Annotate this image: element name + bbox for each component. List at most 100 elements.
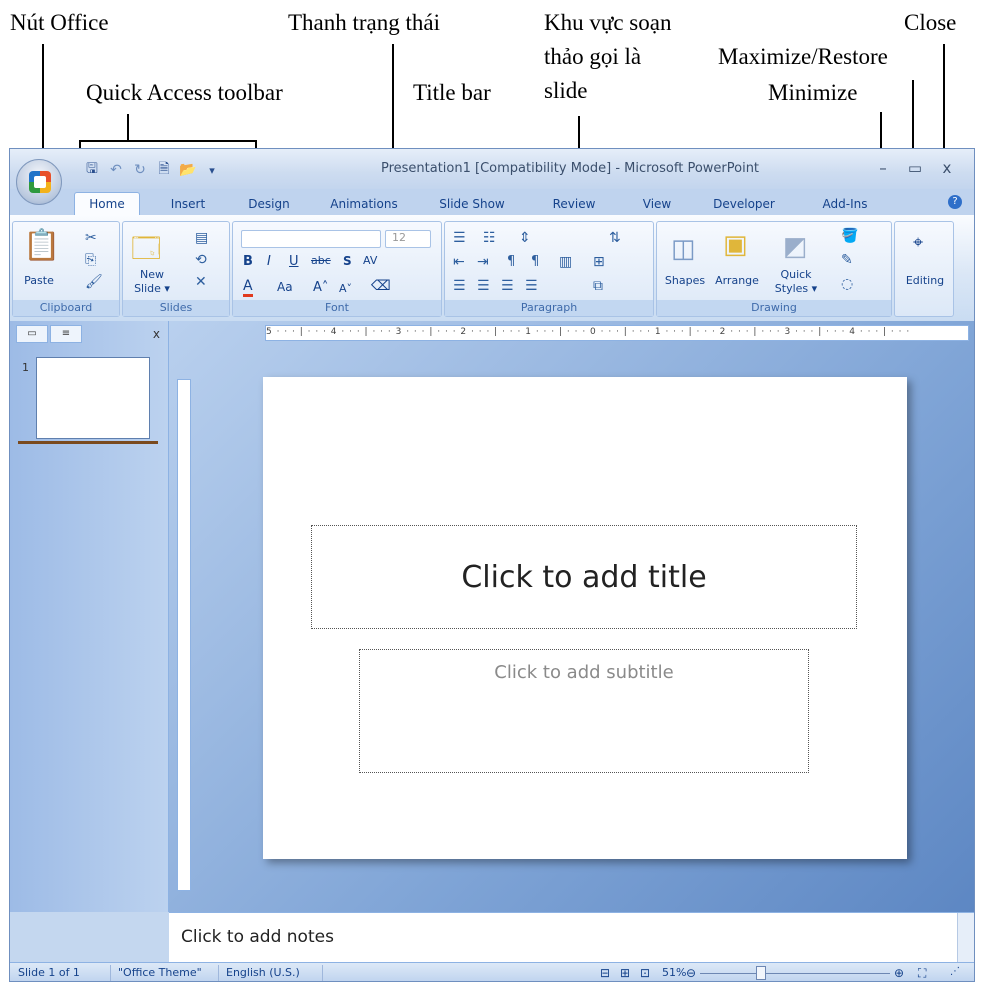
minimize-button[interactable]: – bbox=[872, 159, 894, 177]
decrease-indent-icon[interactable]: ⇤ bbox=[453, 254, 465, 270]
help-icon[interactable]: ? bbox=[948, 195, 962, 209]
layout-icon[interactable]: ▤ bbox=[195, 230, 208, 246]
arrange-label[interactable]: Arrange bbox=[709, 274, 765, 287]
zoom-slider-thumb[interactable] bbox=[756, 966, 766, 980]
bullets-icon[interactable]: ☰ bbox=[453, 230, 466, 246]
status-language[interactable]: English (U.S.) bbox=[226, 966, 300, 979]
numbering-icon[interactable]: ☷ bbox=[483, 230, 496, 246]
quick-styles-label-1[interactable]: Quick bbox=[771, 268, 821, 281]
find-binoculars-icon[interactable]: ⌖ bbox=[913, 232, 923, 253]
quick-styles-label-2[interactable]: Styles ▾ bbox=[771, 282, 821, 295]
slide-sorter-icon[interactable]: ⊞ bbox=[620, 966, 630, 980]
grow-font-icon[interactable]: A˄ bbox=[313, 280, 328, 295]
align-right-icon[interactable]: ☰ bbox=[501, 278, 514, 294]
columns-icon[interactable]: ▥ bbox=[559, 254, 572, 270]
new-slide-label-1[interactable]: New bbox=[129, 268, 175, 281]
resize-grip-icon[interactable]: ⋰ bbox=[950, 966, 960, 977]
notes-pane[interactable]: Click to add notes bbox=[169, 912, 974, 963]
ltr-icon[interactable]: ¶ bbox=[507, 254, 515, 269]
line-spacing-icon[interactable]: ⇕ bbox=[519, 230, 531, 246]
copy-icon[interactable]: ⎘ bbox=[85, 252, 96, 268]
pane-close-icon[interactable]: x bbox=[153, 327, 160, 341]
slides-tab-icon[interactable]: ▭ bbox=[16, 325, 48, 343]
delete-slide-icon[interactable]: ✕ bbox=[195, 274, 207, 290]
paste-icon[interactable]: 📋 bbox=[23, 228, 60, 263]
strikethrough-icon[interactable]: abc bbox=[311, 254, 331, 267]
save-icon[interactable]: 🖫 bbox=[82, 160, 102, 180]
zoom-slider-track[interactable] bbox=[700, 973, 890, 974]
shape-fill-icon[interactable]: 🪣 bbox=[841, 228, 858, 244]
slide-show-icon[interactable]: ⊡ bbox=[640, 966, 650, 980]
shrink-font-icon[interactable]: A˅ bbox=[339, 282, 352, 295]
tab-review[interactable]: Review bbox=[544, 194, 604, 214]
rtl-icon[interactable]: ¶ bbox=[531, 254, 539, 269]
horizontal-ruler[interactable]: 5 · · · | · · · 4 · · · | · · · 3 · · · … bbox=[265, 325, 969, 341]
open-folder-icon[interactable]: 📂 bbox=[178, 160, 198, 180]
normal-view-icon[interactable]: ⊟ bbox=[600, 966, 610, 980]
font-color-icon[interactable]: A bbox=[243, 278, 253, 297]
notes-scrollbar[interactable] bbox=[957, 913, 974, 963]
status-theme[interactable]: "Office Theme" bbox=[118, 966, 202, 979]
paste-label[interactable]: Paste bbox=[19, 274, 59, 287]
title-placeholder[interactable]: Click to add title bbox=[311, 525, 857, 629]
annotation-quick-access: Quick Access toolbar bbox=[86, 80, 283, 105]
tab-animations[interactable]: Animations bbox=[322, 194, 406, 214]
new-slide-label-2[interactable]: Slide ▾ bbox=[129, 282, 175, 295]
align-left-icon[interactable]: ☰ bbox=[453, 278, 466, 294]
shape-effects-icon[interactable]: ◌ bbox=[841, 276, 853, 292]
format-painter-icon[interactable]: 🖌 bbox=[85, 274, 103, 290]
tab-slide-show[interactable]: Slide Show bbox=[430, 194, 514, 214]
maximize-button[interactable]: ▭ bbox=[904, 159, 926, 177]
customize-qat-icon[interactable]: ▾ bbox=[202, 160, 222, 180]
zoom-out-icon[interactable]: ⊖ bbox=[686, 966, 696, 980]
notes-placeholder[interactable]: Click to add notes bbox=[181, 927, 334, 947]
redo-icon[interactable]: ↻ bbox=[130, 160, 150, 180]
align-text-icon[interactable]: ⊞ bbox=[593, 254, 605, 270]
vertical-ruler[interactable] bbox=[177, 379, 191, 891]
change-case-icon[interactable]: Aa bbox=[277, 280, 293, 294]
annotation-slide-area: Khu vực soạn thảo gọi là slide bbox=[544, 10, 672, 103]
font-name-combo[interactable] bbox=[241, 230, 381, 248]
tab-view[interactable]: View bbox=[632, 194, 682, 214]
subtitle-placeholder[interactable]: Click to add subtitle bbox=[359, 649, 809, 773]
shape-outline-icon[interactable]: ✎ bbox=[841, 252, 853, 268]
bold-icon[interactable]: B bbox=[243, 254, 253, 269]
slide-thumbnail[interactable] bbox=[36, 357, 150, 439]
tab-developer[interactable]: Developer bbox=[702, 194, 786, 214]
tab-home[interactable]: Home bbox=[74, 192, 140, 216]
increase-indent-icon[interactable]: ⇥ bbox=[477, 254, 489, 270]
cut-icon[interactable]: ✂ bbox=[85, 230, 97, 246]
smartart-icon[interactable]: ⧉ bbox=[593, 278, 603, 294]
editing-label[interactable]: Editing bbox=[897, 274, 953, 287]
leader-qat bbox=[127, 114, 129, 141]
leader-maximize bbox=[912, 80, 914, 150]
reset-icon[interactable]: ⟲ bbox=[195, 252, 207, 268]
print-preview-icon[interactable]: 🗎 bbox=[154, 160, 174, 180]
undo-icon[interactable]: ↶ bbox=[106, 160, 126, 180]
center-icon[interactable]: ☰ bbox=[477, 278, 490, 294]
shadow-icon[interactable]: S bbox=[343, 254, 352, 268]
tab-design[interactable]: Design bbox=[236, 194, 302, 214]
font-size-combo[interactable]: 12 bbox=[385, 230, 431, 248]
quick-styles-icon[interactable]: ◩ bbox=[783, 232, 808, 262]
clear-formatting-icon[interactable]: ⌫ bbox=[371, 278, 391, 294]
zoom-level[interactable]: 51% bbox=[662, 966, 686, 979]
close-button[interactable]: x bbox=[936, 159, 958, 177]
group-drawing: ◫ Shapes ▣ Arrange ◩ Quick Styles ▾ 🪣 ✎ … bbox=[656, 221, 892, 317]
slide-canvas[interactable]: Click to add title Click to add subtitle bbox=[263, 377, 907, 859]
arrange-icon[interactable]: ▣ bbox=[723, 230, 748, 260]
office-button[interactable] bbox=[16, 159, 62, 205]
shapes-icon[interactable]: ◫ bbox=[671, 234, 696, 264]
outline-tab-icon[interactable]: ≡ bbox=[50, 325, 82, 343]
char-spacing-icon[interactable]: AV bbox=[363, 254, 377, 267]
title-bar: 🖫 ↶ ↻ 🗎 📂 ▾ Presentation1 [Compatibility… bbox=[10, 149, 974, 189]
italic-icon[interactable]: I bbox=[267, 254, 271, 269]
fit-to-window-icon[interactable]: ⛶ bbox=[918, 966, 926, 981]
text-direction-icon[interactable]: ⇅ bbox=[609, 230, 621, 246]
justify-icon[interactable]: ☰ bbox=[525, 278, 538, 294]
tab-insert[interactable]: Insert bbox=[158, 194, 218, 214]
shapes-label[interactable]: Shapes bbox=[661, 274, 709, 287]
tab-add-ins[interactable]: Add-Ins bbox=[810, 194, 880, 214]
underline-icon[interactable]: U bbox=[289, 254, 299, 269]
zoom-in-icon[interactable]: ⊕ bbox=[894, 966, 904, 980]
